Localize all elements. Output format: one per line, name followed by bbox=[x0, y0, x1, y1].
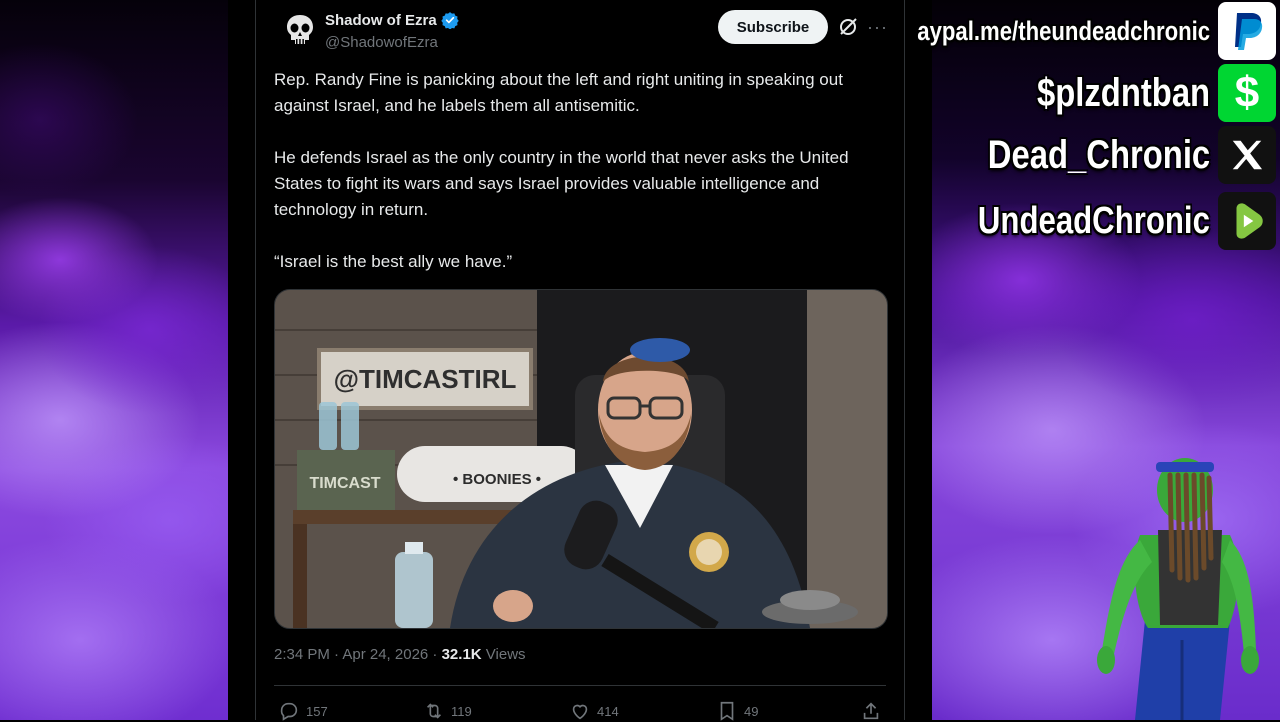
views-label: Views bbox=[481, 646, 526, 663]
reply-button[interactable]: 157 bbox=[278, 700, 328, 722]
divider bbox=[274, 685, 886, 686]
display-name[interactable]: Shadow of Ezra bbox=[325, 11, 459, 29]
tweet-text: Rep. Randy Fine is panicking about the l… bbox=[274, 70, 849, 271]
views-count: 32.1K bbox=[441, 646, 482, 663]
tweet-meta: 2:34 PM · Apr 24, 2026 · 32.1K Views bbox=[274, 646, 526, 663]
cashapp-handle[interactable]: $plzdntban bbox=[1037, 71, 1210, 116]
skateboard-text: • BOONIES • bbox=[453, 471, 541, 488]
reply-icon bbox=[280, 702, 298, 721]
avatar[interactable] bbox=[280, 10, 320, 50]
paypal-logo-icon bbox=[1218, 2, 1276, 60]
skull-icon bbox=[287, 15, 313, 44]
like-button[interactable]: 414 bbox=[569, 700, 619, 722]
tweet-card: Shadow of Ezra @ShadowofEzra Subscribe ·… bbox=[255, 0, 905, 722]
user-handle[interactable]: @ShadowofEzra bbox=[325, 34, 438, 51]
paypal-link[interactable]: aypal.me/theundeadchronic bbox=[917, 16, 1210, 47]
display-name-text: Shadow of Ezra bbox=[325, 11, 437, 29]
cartoon-character-image bbox=[1097, 458, 1259, 720]
rumble-handle[interactable]: UndeadChronic bbox=[978, 200, 1210, 243]
purple-smoke-background-left bbox=[0, 0, 228, 720]
cashapp-row: $plzdntban $ bbox=[999, 64, 1276, 122]
x-row: Dead_Chronic bbox=[939, 126, 1276, 184]
paypal-row: aypal.me/theundeadchronic bbox=[853, 2, 1276, 60]
box-text: TIMCAST bbox=[309, 475, 380, 492]
bookmark-count: 49 bbox=[744, 703, 759, 719]
subscribe-button[interactable]: Subscribe bbox=[718, 10, 828, 44]
bookmark-button[interactable]: 49 bbox=[716, 700, 758, 722]
repost-icon bbox=[426, 703, 442, 719]
x-logo-icon bbox=[1218, 126, 1276, 184]
x-handle[interactable]: Dead_Chronic bbox=[988, 133, 1210, 178]
reply-count: 157 bbox=[306, 703, 328, 719]
share-icon bbox=[863, 702, 879, 720]
repost-button[interactable]: 119 bbox=[423, 700, 472, 722]
timestamp[interactable]: 2:34 PM · Apr 24, 2026 · bbox=[274, 646, 442, 663]
sign-text: @TIMCASTIRL bbox=[334, 364, 517, 394]
heart-icon bbox=[572, 704, 588, 720]
tweet-video[interactable]: @TIMCASTIRL TIMCAST • BOONIES • bbox=[274, 289, 888, 629]
like-count: 414 bbox=[597, 703, 619, 719]
rumble-row: UndeadChronic bbox=[927, 192, 1276, 250]
bookmark-icon bbox=[720, 701, 734, 721]
video-frame-image: @TIMCASTIRL TIMCAST • BOONIES • bbox=[275, 290, 887, 628]
repost-count: 119 bbox=[451, 703, 472, 719]
cashapp-logo-icon: $ bbox=[1218, 64, 1276, 122]
share-button[interactable] bbox=[860, 700, 882, 722]
verified-badge-icon bbox=[440, 12, 459, 29]
rumble-logo-icon bbox=[1218, 192, 1276, 250]
